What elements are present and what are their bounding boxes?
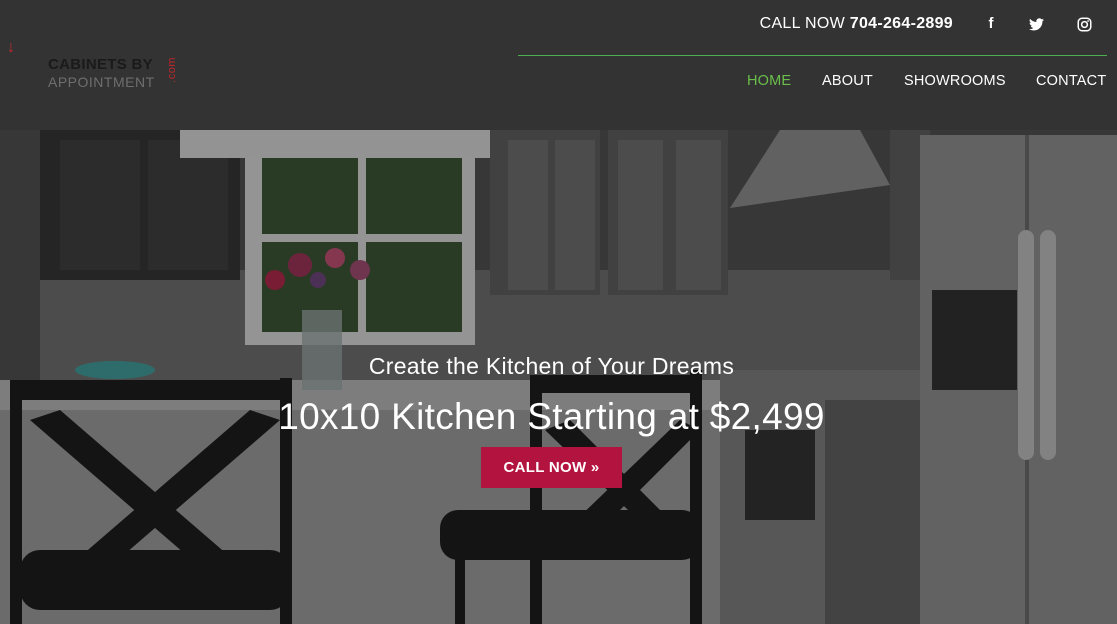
call-now-label: CALL NOW xyxy=(759,15,845,32)
call-now-button[interactable]: CALL NOW » xyxy=(481,447,622,488)
header-divider xyxy=(518,55,1107,56)
nav-showrooms[interactable]: SHOWROOMS xyxy=(904,73,1006,89)
instagram-icon[interactable] xyxy=(1076,15,1092,33)
logo-suffix: .com xyxy=(166,57,178,83)
nav-home[interactable]: HOME xyxy=(747,73,791,89)
nav-contact[interactable]: CONTACT xyxy=(1036,73,1106,89)
hero-section: Create the Kitchen of Your Dreams 10x10 … xyxy=(0,130,1117,624)
site-header: ↓ CABINETS BY APPOINTMENT .com CALL NOW … xyxy=(0,0,1117,130)
facebook-icon[interactable]: f xyxy=(983,15,999,33)
phone-number[interactable]: 704-264-2899 xyxy=(850,15,953,32)
logo-line2: APPOINTMENT xyxy=(48,74,155,90)
arrow-down-icon: ↓ xyxy=(7,39,15,56)
hero-title: 10x10 Kitchen Starting at $2,499 xyxy=(278,396,825,437)
nav-about[interactable]: ABOUT xyxy=(822,73,873,89)
call-now-phone[interactable]: CALL NOW 704-264-2899 xyxy=(760,15,953,33)
logo-line1: CABINETS BY xyxy=(48,56,153,73)
twitter-icon[interactable] xyxy=(1028,15,1044,33)
hero-subtitle: Create the Kitchen of Your Dreams xyxy=(368,353,735,379)
